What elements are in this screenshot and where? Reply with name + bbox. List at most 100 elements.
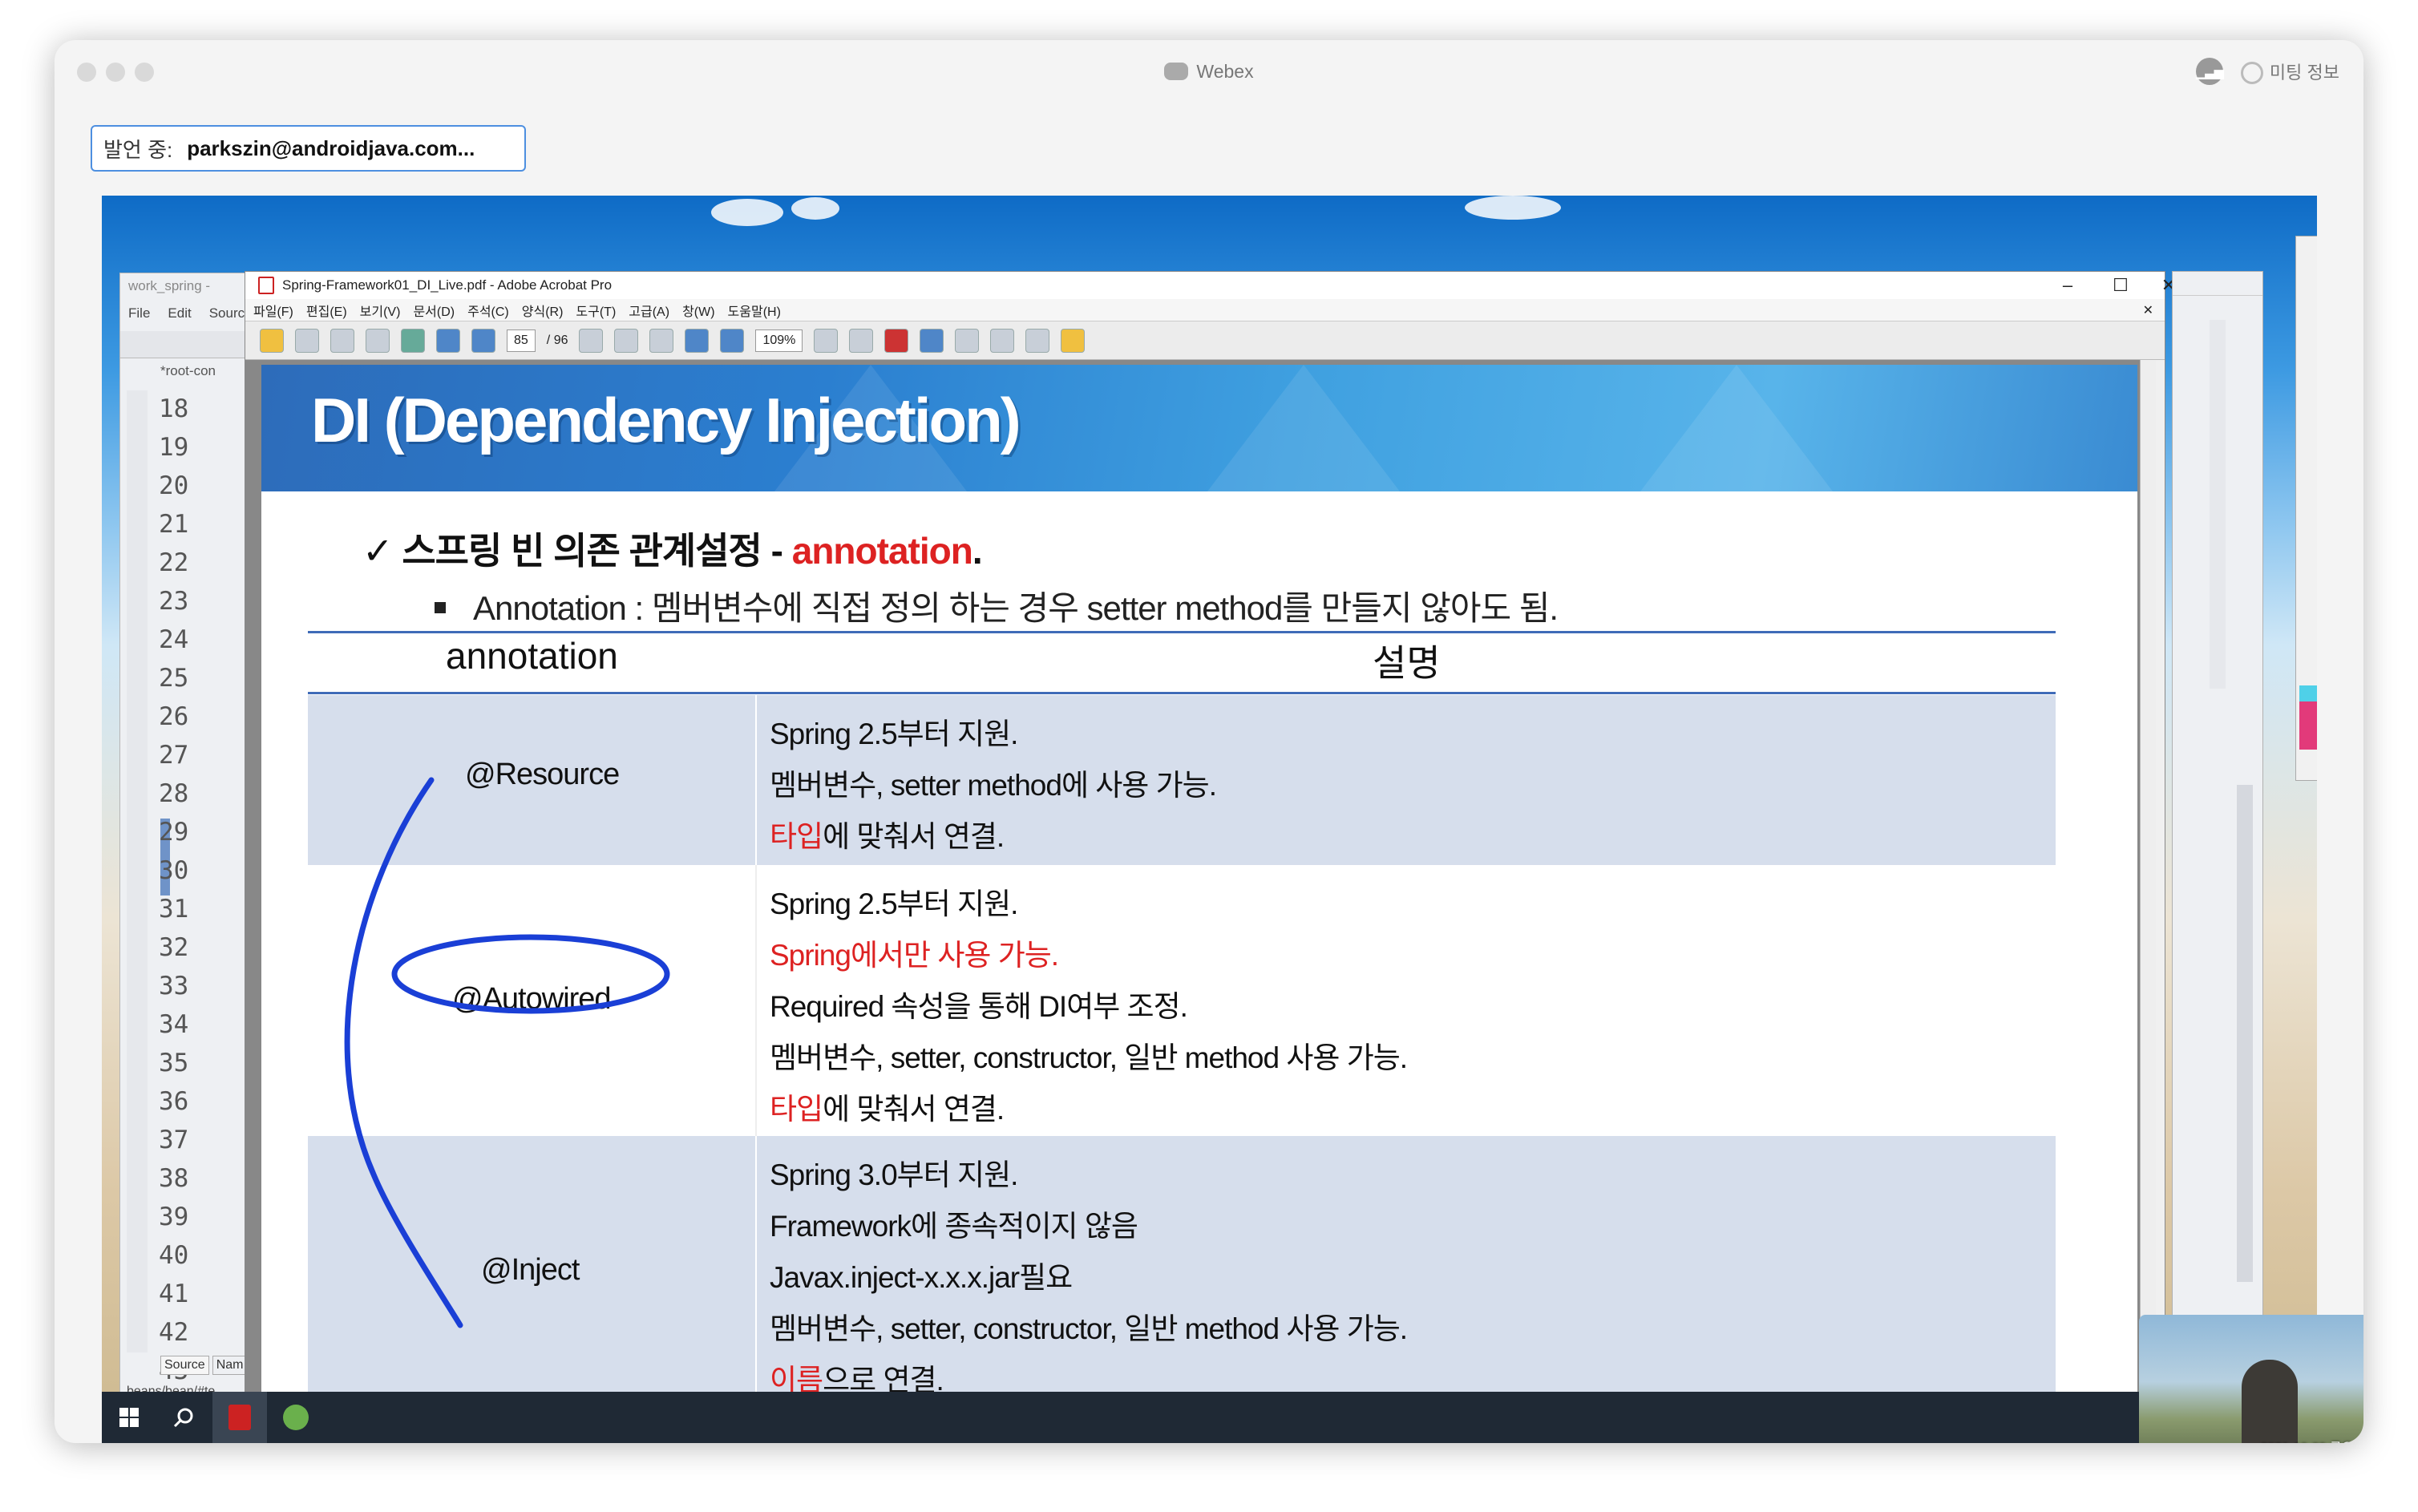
line-number: 27 [159, 741, 189, 770]
crop-icon[interactable] [920, 328, 944, 353]
line-number: 36 [159, 1087, 189, 1116]
meeting-info-button[interactable]: 미팅 정보 [2240, 59, 2339, 84]
zoom-tool-icon[interactable] [649, 328, 674, 353]
menu-advanced[interactable]: 고급(A) [629, 301, 669, 320]
line-number: 39 [159, 1203, 189, 1231]
app-title: Webex [55, 61, 2363, 83]
line-number: 29 [159, 818, 189, 847]
participant-figure [2242, 1360, 2298, 1443]
line-number: 23 [159, 587, 189, 616]
annotation-tools-strip [2295, 236, 2317, 781]
zoom-field[interactable]: 109% [755, 329, 803, 352]
menu-window[interactable]: 창(W) [682, 301, 714, 320]
pdf-scrollbar[interactable] [2140, 360, 2156, 1413]
eclipse-right-panel [2172, 271, 2263, 1409]
eclipse-menu-edit[interactable]: Edit [168, 305, 191, 321]
line-number: 38 [159, 1164, 189, 1193]
acrobat-title: Spring-Framework01_DI_Live.pdf - Adobe A… [282, 277, 613, 293]
windows-taskbar [102, 1392, 2317, 1443]
editor-tab[interactable]: *root-con [160, 363, 216, 379]
title-bar: Webex ▁▃▅ 미팅 정보 [55, 40, 2363, 104]
line-number: 25 [159, 664, 189, 693]
menu-forms[interactable]: 양식(R) [522, 301, 564, 320]
meeting-controls: ▁▃▅ 미팅 정보 [2195, 58, 2339, 85]
page-total: / 96 [546, 333, 568, 347]
acrobat-window: Spring-Framework01_DI_Live.pdf - Adobe A… [245, 271, 2176, 1413]
minimize-button[interactable]: – [2041, 272, 2094, 299]
text-field-icon[interactable] [990, 328, 1015, 353]
attach-icon[interactable] [955, 328, 980, 353]
next-page-icon[interactable] [471, 328, 495, 353]
line-number: 34 [159, 1010, 189, 1039]
acrobat-taskbar-icon[interactable] [212, 1392, 267, 1443]
menu-view[interactable]: 보기(V) [360, 301, 401, 320]
speaker-name: parkszin@androidjava.com... [187, 135, 475, 160]
line-number: 32 [159, 933, 189, 962]
line-number: 41 [159, 1280, 189, 1308]
meeting-info-label: 미팅 정보 [2269, 63, 2339, 83]
webex-window: Webex ▁▃▅ 미팅 정보 발언 중: parkszin@androidja… [55, 40, 2363, 1443]
info-icon [2240, 62, 2263, 84]
pink-color-swatch[interactable] [2299, 701, 2317, 750]
line-number: 22 [159, 548, 189, 577]
line-number: 35 [159, 1049, 189, 1077]
sky-cloud [711, 199, 783, 226]
pen-annotation [344, 777, 670, 1328]
sky-cloud [1465, 196, 1561, 220]
namespaces-tab[interactable]: Nam [212, 1356, 248, 1375]
document-view[interactable]: DI (Dependency Injection) ✓ 스프링 빈 의존 관계설… [245, 360, 2156, 1413]
eclipse-menu-bar: File Edit Source [128, 305, 253, 321]
line-number: 26 [159, 702, 189, 731]
close-document-icon[interactable]: ✕ [2143, 302, 2153, 318]
menu-file[interactable]: 파일(F) [253, 301, 293, 320]
menu-edit[interactable]: 편집(E) [306, 301, 347, 320]
menu-help[interactable]: 도움말(H) [728, 301, 781, 320]
sky-cloud [791, 197, 839, 220]
maximize-button[interactable]: ☐ [2094, 272, 2147, 299]
panel-scrollbar[interactable] [2237, 785, 2253, 1282]
print-icon[interactable] [295, 328, 319, 353]
active-speaker-indicator[interactable]: 발언 중: parkszin@androidjava.com... [91, 125, 526, 172]
email-icon[interactable] [366, 328, 390, 353]
acrobat-toolbar: 85 / 96 109% [245, 321, 2165, 360]
eclipse-taskbar-icon[interactable] [269, 1392, 323, 1443]
line-number: 30 [159, 856, 189, 885]
cyan-color-swatch[interactable] [2299, 685, 2317, 701]
menu-tools[interactable]: 도구(T) [576, 301, 616, 320]
eclipse-menu-file[interactable]: File [128, 305, 150, 321]
video-date: 2021-10-29 금요일 [2261, 1437, 2363, 1443]
save-icon[interactable] [330, 328, 354, 353]
start-icon[interactable] [102, 1392, 156, 1443]
search-icon[interactable] [156, 1392, 211, 1443]
form-button-icon[interactable] [849, 328, 874, 353]
acrobat-menu-bar: 파일(F) 편집(E) 보기(V) 문서(D) 주석(C) 양식(R) 도구(T… [245, 299, 2165, 321]
line-number: 31 [159, 895, 189, 924]
line-number: 37 [159, 1126, 189, 1154]
shared-screen: work_spring - File Edit Source *root-con… [102, 196, 2317, 1443]
open-icon[interactable] [260, 328, 284, 353]
line-number: 40 [159, 1241, 189, 1270]
sign-icon[interactable] [884, 328, 909, 353]
select-text-icon[interactable] [579, 328, 604, 353]
zoom-out-icon[interactable] [685, 328, 710, 353]
page-number-field[interactable]: 85 [507, 329, 536, 352]
hand-tool-icon[interactable] [614, 328, 639, 353]
eclipse-tab-title[interactable]: work_spring - [128, 278, 210, 294]
menu-comments[interactable]: 주석(C) [467, 301, 509, 320]
comment-icon[interactable] [1061, 328, 1086, 353]
web-icon[interactable] [401, 328, 425, 353]
previous-page-icon[interactable] [436, 328, 460, 353]
form-icon[interactable] [1025, 328, 1050, 353]
self-video-thumbnail[interactable]: 2021-10-29 금요일 [2139, 1315, 2363, 1443]
editor-bottom-tabs: Source Nam [160, 1356, 248, 1375]
pdf-file-icon [258, 277, 274, 294]
acrobat-title-bar: Spring-Framework01_DI_Live.pdf - Adobe A… [245, 272, 2176, 299]
zoom-in-icon[interactable] [720, 328, 745, 353]
line-number: 42 [159, 1318, 189, 1347]
source-tab[interactable]: Source [160, 1356, 209, 1375]
panel-header [2173, 272, 2262, 296]
pdf-slide: DI (Dependency Injection) ✓ 스프링 빈 의존 관계설… [261, 365, 2137, 1407]
pointer-icon[interactable] [814, 328, 839, 353]
menu-document[interactable]: 문서(D) [413, 301, 455, 320]
network-signal-icon[interactable]: ▁▃▅ [2195, 58, 2224, 85]
